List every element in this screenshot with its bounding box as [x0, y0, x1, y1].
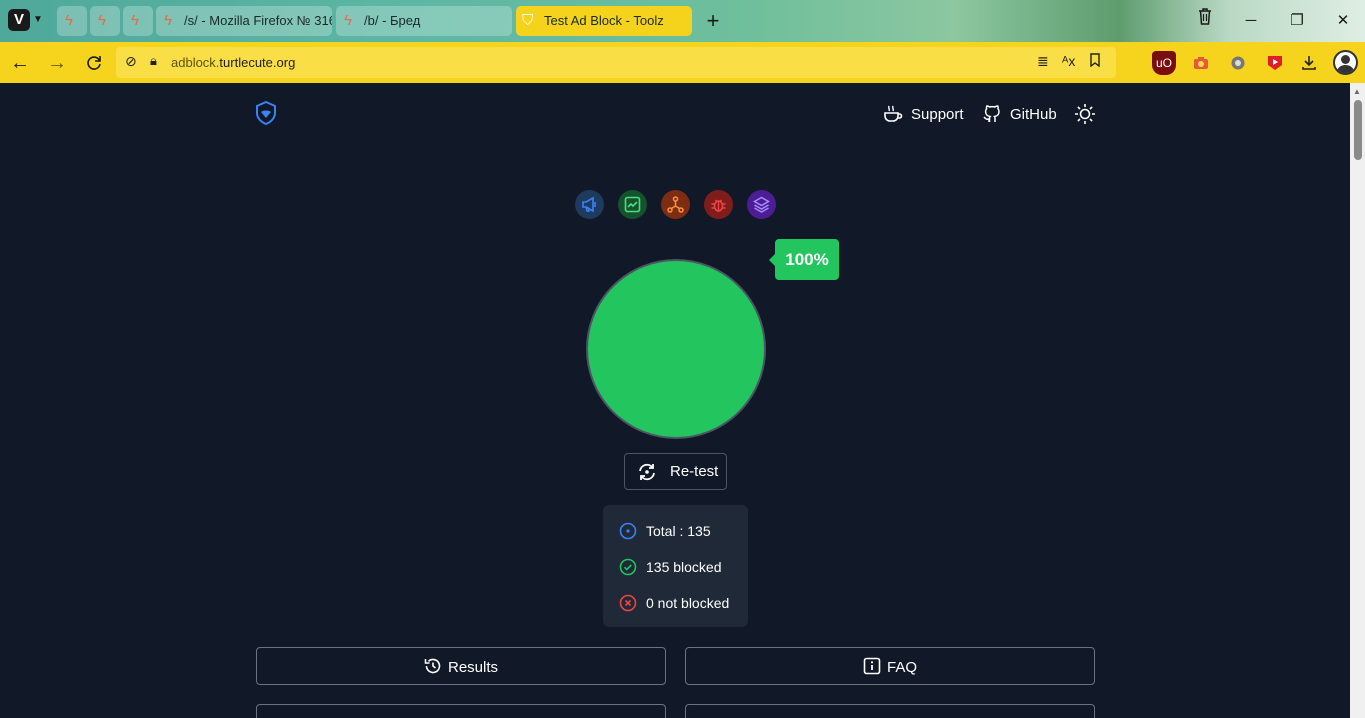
camera-icon[interactable]	[1189, 51, 1213, 75]
github-link[interactable]: GitHub	[982, 103, 1062, 127]
trash-icon[interactable]	[1182, 0, 1228, 42]
category-ads[interactable]	[575, 190, 604, 219]
download-icon[interactable]	[1297, 51, 1321, 75]
github-icon	[983, 105, 1000, 122]
toolz-shield-logo[interactable]	[255, 101, 277, 125]
bolt-icon: ϟ	[344, 12, 352, 29]
tab-pinned-3[interactable]: ϟ	[123, 6, 153, 36]
results-label: Results	[447, 659, 499, 676]
tab-test-ad-block[interactable]: ⛉ Test Ad Block - Toolz	[516, 6, 692, 36]
tab-bar: V ▼ ϟ ϟ ϟ ϟ /s/ - Mozilla Firefox № 316 …	[0, 0, 1365, 42]
category-trackers[interactable]	[661, 190, 690, 219]
stats-panel: Total : 135 135 blocked 0 not blocked	[603, 505, 748, 627]
results-button[interactable]: Results	[256, 647, 666, 685]
chart-icon	[624, 196, 641, 213]
stat-blocked-label: 135 blocked	[646, 559, 722, 575]
theme-toggle-sun-icon[interactable]	[1074, 103, 1096, 125]
address-bar: ← → ⊘ 🔒︎ adblock.turtlecute.org ≣ ᴬx uO	[0, 42, 1365, 83]
bottom-right-button[interactable]	[685, 704, 1095, 718]
lock-icon[interactable]: 🔒︎	[150, 53, 157, 69]
support-link[interactable]: Support	[883, 103, 968, 127]
reload-button[interactable]	[80, 49, 108, 77]
shield-icon: ⛉	[522, 12, 534, 29]
refresh-icon	[639, 463, 655, 481]
tab-pinned-1[interactable]: ϟ	[57, 6, 87, 36]
restore-button[interactable]: ❐	[1274, 0, 1320, 42]
scroll-thumb[interactable]	[1354, 100, 1362, 160]
megaphone-icon	[582, 196, 596, 213]
translate-icon[interactable]: ᴬx	[1062, 53, 1075, 69]
chevron-down-icon[interactable]: ▼	[33, 14, 43, 25]
vivaldi-menu-icon[interactable]: V	[8, 9, 30, 31]
page-content: Support GitHub 100% Re-test Total: 135 …	[0, 83, 1350, 718]
reader-view-icon[interactable]: ≣	[1037, 53, 1049, 70]
close-button[interactable]: ✕	[1320, 0, 1365, 42]
retest-button[interactable]: Re-test	[624, 453, 727, 490]
info-icon	[863, 657, 881, 675]
page-scrollbar[interactable]: ▲	[1350, 83, 1365, 718]
bug-icon	[711, 199, 726, 212]
bolt-icon: ϟ	[65, 12, 73, 29]
tab-pinned-2[interactable]: ϟ	[90, 6, 120, 36]
bottom-left-button[interactable]	[256, 704, 666, 718]
github-label: GitHub	[1010, 106, 1057, 123]
x-circle-icon	[619, 594, 637, 612]
bolt-icon: ϟ	[131, 12, 139, 29]
tab-label: /s/ - Mozilla Firefox № 316	[184, 13, 332, 28]
tab-firefox-thread[interactable]: ϟ /s/ - Mozilla Firefox № 316	[156, 6, 332, 36]
tab-b-board[interactable]: ϟ /b/ - Бред	[336, 6, 512, 36]
block-rate-pie-chart	[586, 259, 766, 439]
layers-icon	[753, 196, 770, 213]
bolt-icon: ϟ	[164, 12, 172, 29]
category-analytics[interactable]	[618, 190, 647, 219]
retest-label: Re-test	[670, 463, 719, 480]
check-circle-icon	[619, 558, 637, 576]
extension-gear-icon[interactable]	[1226, 51, 1250, 75]
scroll-up-icon[interactable]: ▲	[1353, 87, 1361, 96]
faq-button[interactable]: FAQ	[685, 647, 1095, 685]
minimize-button[interactable]: ─	[1228, 0, 1274, 42]
profile-avatar[interactable]	[1333, 50, 1358, 75]
pie-blocked-slice	[586, 259, 766, 439]
stat-not-blocked-label: 0 not blocked	[646, 595, 730, 611]
tab-label: /b/ - Бред	[364, 13, 421, 28]
history-icon	[424, 658, 441, 674]
back-button[interactable]: ←	[6, 49, 34, 77]
category-error-trackers[interactable]	[704, 190, 733, 219]
support-label: Support	[911, 106, 964, 123]
stat-total-label: Total : 135	[646, 523, 711, 539]
bookmark-icon[interactable]	[1090, 53, 1100, 70]
forward-button[interactable]: →	[43, 49, 71, 77]
network-icon	[667, 196, 684, 213]
bolt-alert-icon: ϟ	[98, 12, 106, 29]
tracker-shield-icon[interactable]: ⊘	[125, 53, 137, 70]
tab-label: Test Ad Block - Toolz	[544, 13, 664, 28]
faq-label: FAQ	[886, 659, 917, 676]
target-icon	[619, 522, 637, 540]
category-social[interactable]	[747, 190, 776, 219]
coffee-icon	[884, 105, 903, 122]
url-field[interactable]: ⊘ 🔒︎ adblock.turtlecute.org ≣ ᴬx	[116, 47, 1116, 78]
percent-tooltip: 100%	[769, 239, 839, 280]
ublock-origin-icon[interactable]: uO	[1152, 51, 1176, 75]
url-text: adblock.turtlecute.org	[171, 55, 296, 70]
youtube-extension-icon[interactable]	[1263, 51, 1287, 75]
new-tab-button[interactable]: +	[702, 7, 724, 35]
